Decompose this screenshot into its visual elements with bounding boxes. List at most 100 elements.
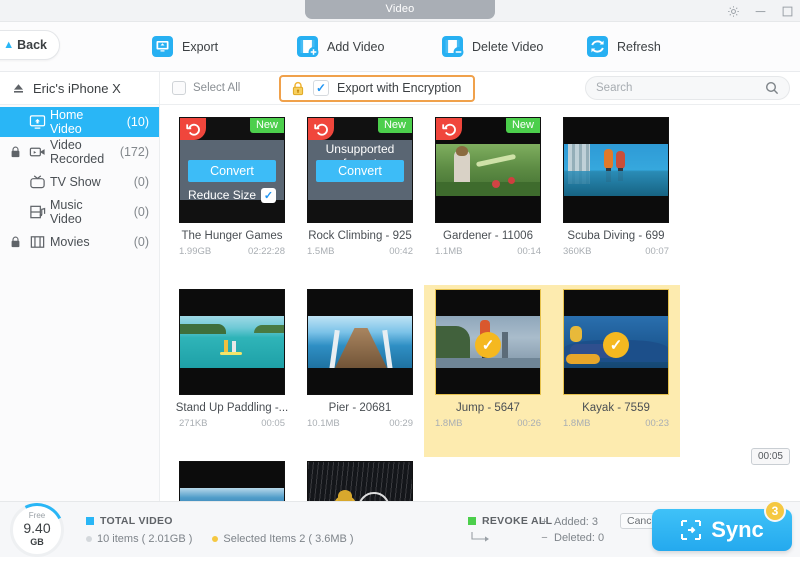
video-thumbnail[interactable]: ✓ (435, 289, 541, 395)
video-thumbnail[interactable] (307, 461, 413, 501)
encryption-label: Export with Encryption (337, 81, 461, 95)
sidebar-item-home-video[interactable]: Home Video (10) (0, 107, 159, 137)
sync-button[interactable]: Sync 3 (652, 509, 792, 551)
thumbnail-image (308, 462, 412, 501)
window-controls (727, 0, 794, 22)
deleted-label: Deleted: 0 (554, 532, 604, 544)
revoke-swatch (468, 517, 476, 525)
convert-button[interactable]: Convert (316, 160, 404, 182)
deleted-sign: − (540, 532, 549, 544)
eject-icon[interactable] (12, 82, 25, 95)
title-bar: Video (0, 0, 800, 22)
video-thumbnail[interactable] (179, 461, 285, 501)
back-button[interactable]: ▲ Back (0, 30, 60, 60)
video-size: 360KB (563, 246, 592, 257)
totals-detail: 10 items ( 2.01GB ) Selected Items 2 ( 3… (86, 533, 354, 545)
added-deleted-block: + Added: 3 − Deleted: 0 (540, 514, 604, 546)
video-duration: 00:29 (389, 418, 413, 429)
total-video-label: TOTAL VIDEO (100, 515, 173, 527)
video-cell[interactable]: Unsupported format Convert New Rock Clim… (296, 113, 424, 285)
video-meta: 360KB 00:07 (563, 246, 669, 257)
sidebar-label: Video Recorded (50, 138, 117, 166)
video-thumbnail[interactable]: Unsupported format Convert New (307, 117, 413, 223)
video-thumbnail[interactable]: ✓ (563, 289, 669, 395)
settings-gear-icon[interactable] (727, 5, 740, 18)
video-duration: 00:23 (645, 418, 669, 429)
encryption-checkbox[interactable]: ✓ (313, 80, 329, 96)
delete-video-button[interactable]: Delete Video (440, 34, 585, 59)
video-thumbnail[interactable]: Convert Reduce Size ✓ New (179, 117, 285, 223)
lock-icon (291, 81, 305, 96)
sidebar-item-video-recorded[interactable]: Video Recorded (172) (0, 137, 159, 167)
search-box[interactable] (585, 76, 790, 100)
reduce-size-label: Reduce Size (188, 188, 256, 202)
convert-button[interactable]: Convert (188, 160, 276, 182)
refresh-label: Refresh (617, 40, 661, 54)
select-all-box[interactable] (172, 81, 186, 95)
letterbox-top (564, 290, 668, 316)
video-duration: 00:14 (517, 246, 541, 257)
reduce-size-checkbox[interactable]: ✓ (261, 188, 276, 203)
video-cell[interactable]: Pier - 20681 10.1MB 00:29 (296, 285, 424, 457)
search-icon[interactable] (765, 81, 779, 95)
reduce-size-option[interactable]: Reduce Size ✓ (188, 186, 276, 204)
export-icon (150, 34, 175, 59)
duration-tooltip: 00:05 (751, 448, 790, 465)
sidebar-item-movies[interactable]: Movies (0) (0, 227, 159, 257)
letterbox-bottom (564, 196, 668, 222)
video-cell[interactable]: Stand Up Paddling -... 271KB 00:05 (168, 285, 296, 457)
export-with-encryption-option[interactable]: ✓ Export with Encryption (279, 75, 475, 102)
video-cell[interactable]: ✓ Kayak - 7559 1.8MB 00:23 (552, 285, 680, 457)
add-video-button[interactable]: Add Video (295, 34, 440, 59)
export-label: Export (182, 40, 218, 54)
video-cell[interactable]: Ocean - 21528 6.5MB 00:30 (168, 457, 296, 501)
film-icon (24, 234, 50, 250)
letterbox-top (180, 462, 284, 488)
video-size: 1.8MB (435, 418, 462, 429)
video-cell[interactable]: Scuba Diving - 699 360KB 00:07 (552, 113, 680, 285)
video-duration: 02:22:28 (248, 246, 285, 257)
sidebar-item-music-video[interactable]: Music Video (0) (0, 197, 159, 227)
video-cell[interactable]: Rain - 23305 376KB 00:03 (296, 457, 424, 501)
undo-icon[interactable] (436, 118, 462, 140)
tv-icon (24, 174, 50, 190)
sidebar-count: (0) (117, 235, 159, 249)
video-duration: 00:05 (261, 418, 285, 429)
video-size: 1.99GB (179, 246, 211, 257)
undo-icon[interactable] (308, 118, 334, 140)
delete-video-label: Delete Video (472, 40, 543, 54)
selected-check-icon[interactable]: ✓ (475, 332, 501, 358)
video-thumbnail[interactable] (179, 289, 285, 395)
video-cell[interactable]: ✓ Jump - 5647 1.8MB 00:26 (424, 285, 552, 457)
video-grid: Convert Reduce Size ✓ New (168, 113, 800, 501)
video-meta: 1.99GB 02:22:28 (179, 246, 285, 257)
search-input[interactable] (596, 82, 765, 94)
thumbnail-image (564, 144, 668, 198)
sidebar-label: Music Video (50, 198, 117, 226)
minimize-icon[interactable] (754, 5, 767, 18)
refresh-button[interactable]: Refresh (585, 34, 730, 59)
undo-icon[interactable] (180, 118, 206, 140)
sync-icon (680, 519, 702, 541)
select-all-checkbox[interactable]: Select All (172, 81, 277, 95)
maximize-icon[interactable] (781, 5, 794, 18)
letterbox-top (180, 290, 284, 316)
sidebar-item-tv-show[interactable]: TV Show (0) (0, 167, 159, 197)
device-selector[interactable]: Eric's iPhone X (0, 72, 160, 105)
thumbnail-image (308, 316, 412, 370)
video-title: Stand Up Paddling -... (173, 402, 291, 414)
sidebar-label: Movies (50, 235, 117, 249)
selected-check-icon[interactable]: ✓ (603, 332, 629, 358)
video-thumbnail[interactable] (307, 289, 413, 395)
content-area: Home Video (10) Video Recorded (172) (0, 105, 800, 501)
video-title: Rock Climbing - 925 (301, 230, 419, 242)
video-title: Scuba Diving - 699 (557, 230, 675, 242)
video-cell[interactable]: Convert Reduce Size ✓ New (168, 113, 296, 285)
video-thumbnail[interactable]: New (435, 117, 541, 223)
added-label: Added: 3 (554, 516, 598, 528)
export-button[interactable]: Export (150, 34, 295, 59)
letterbox-top (436, 290, 540, 316)
video-cell[interactable]: New Gardener - 11006 1.1MB 00:14 (424, 113, 552, 285)
video-thumbnail[interactable] (563, 117, 669, 223)
sidebar-label: TV Show (50, 175, 117, 189)
